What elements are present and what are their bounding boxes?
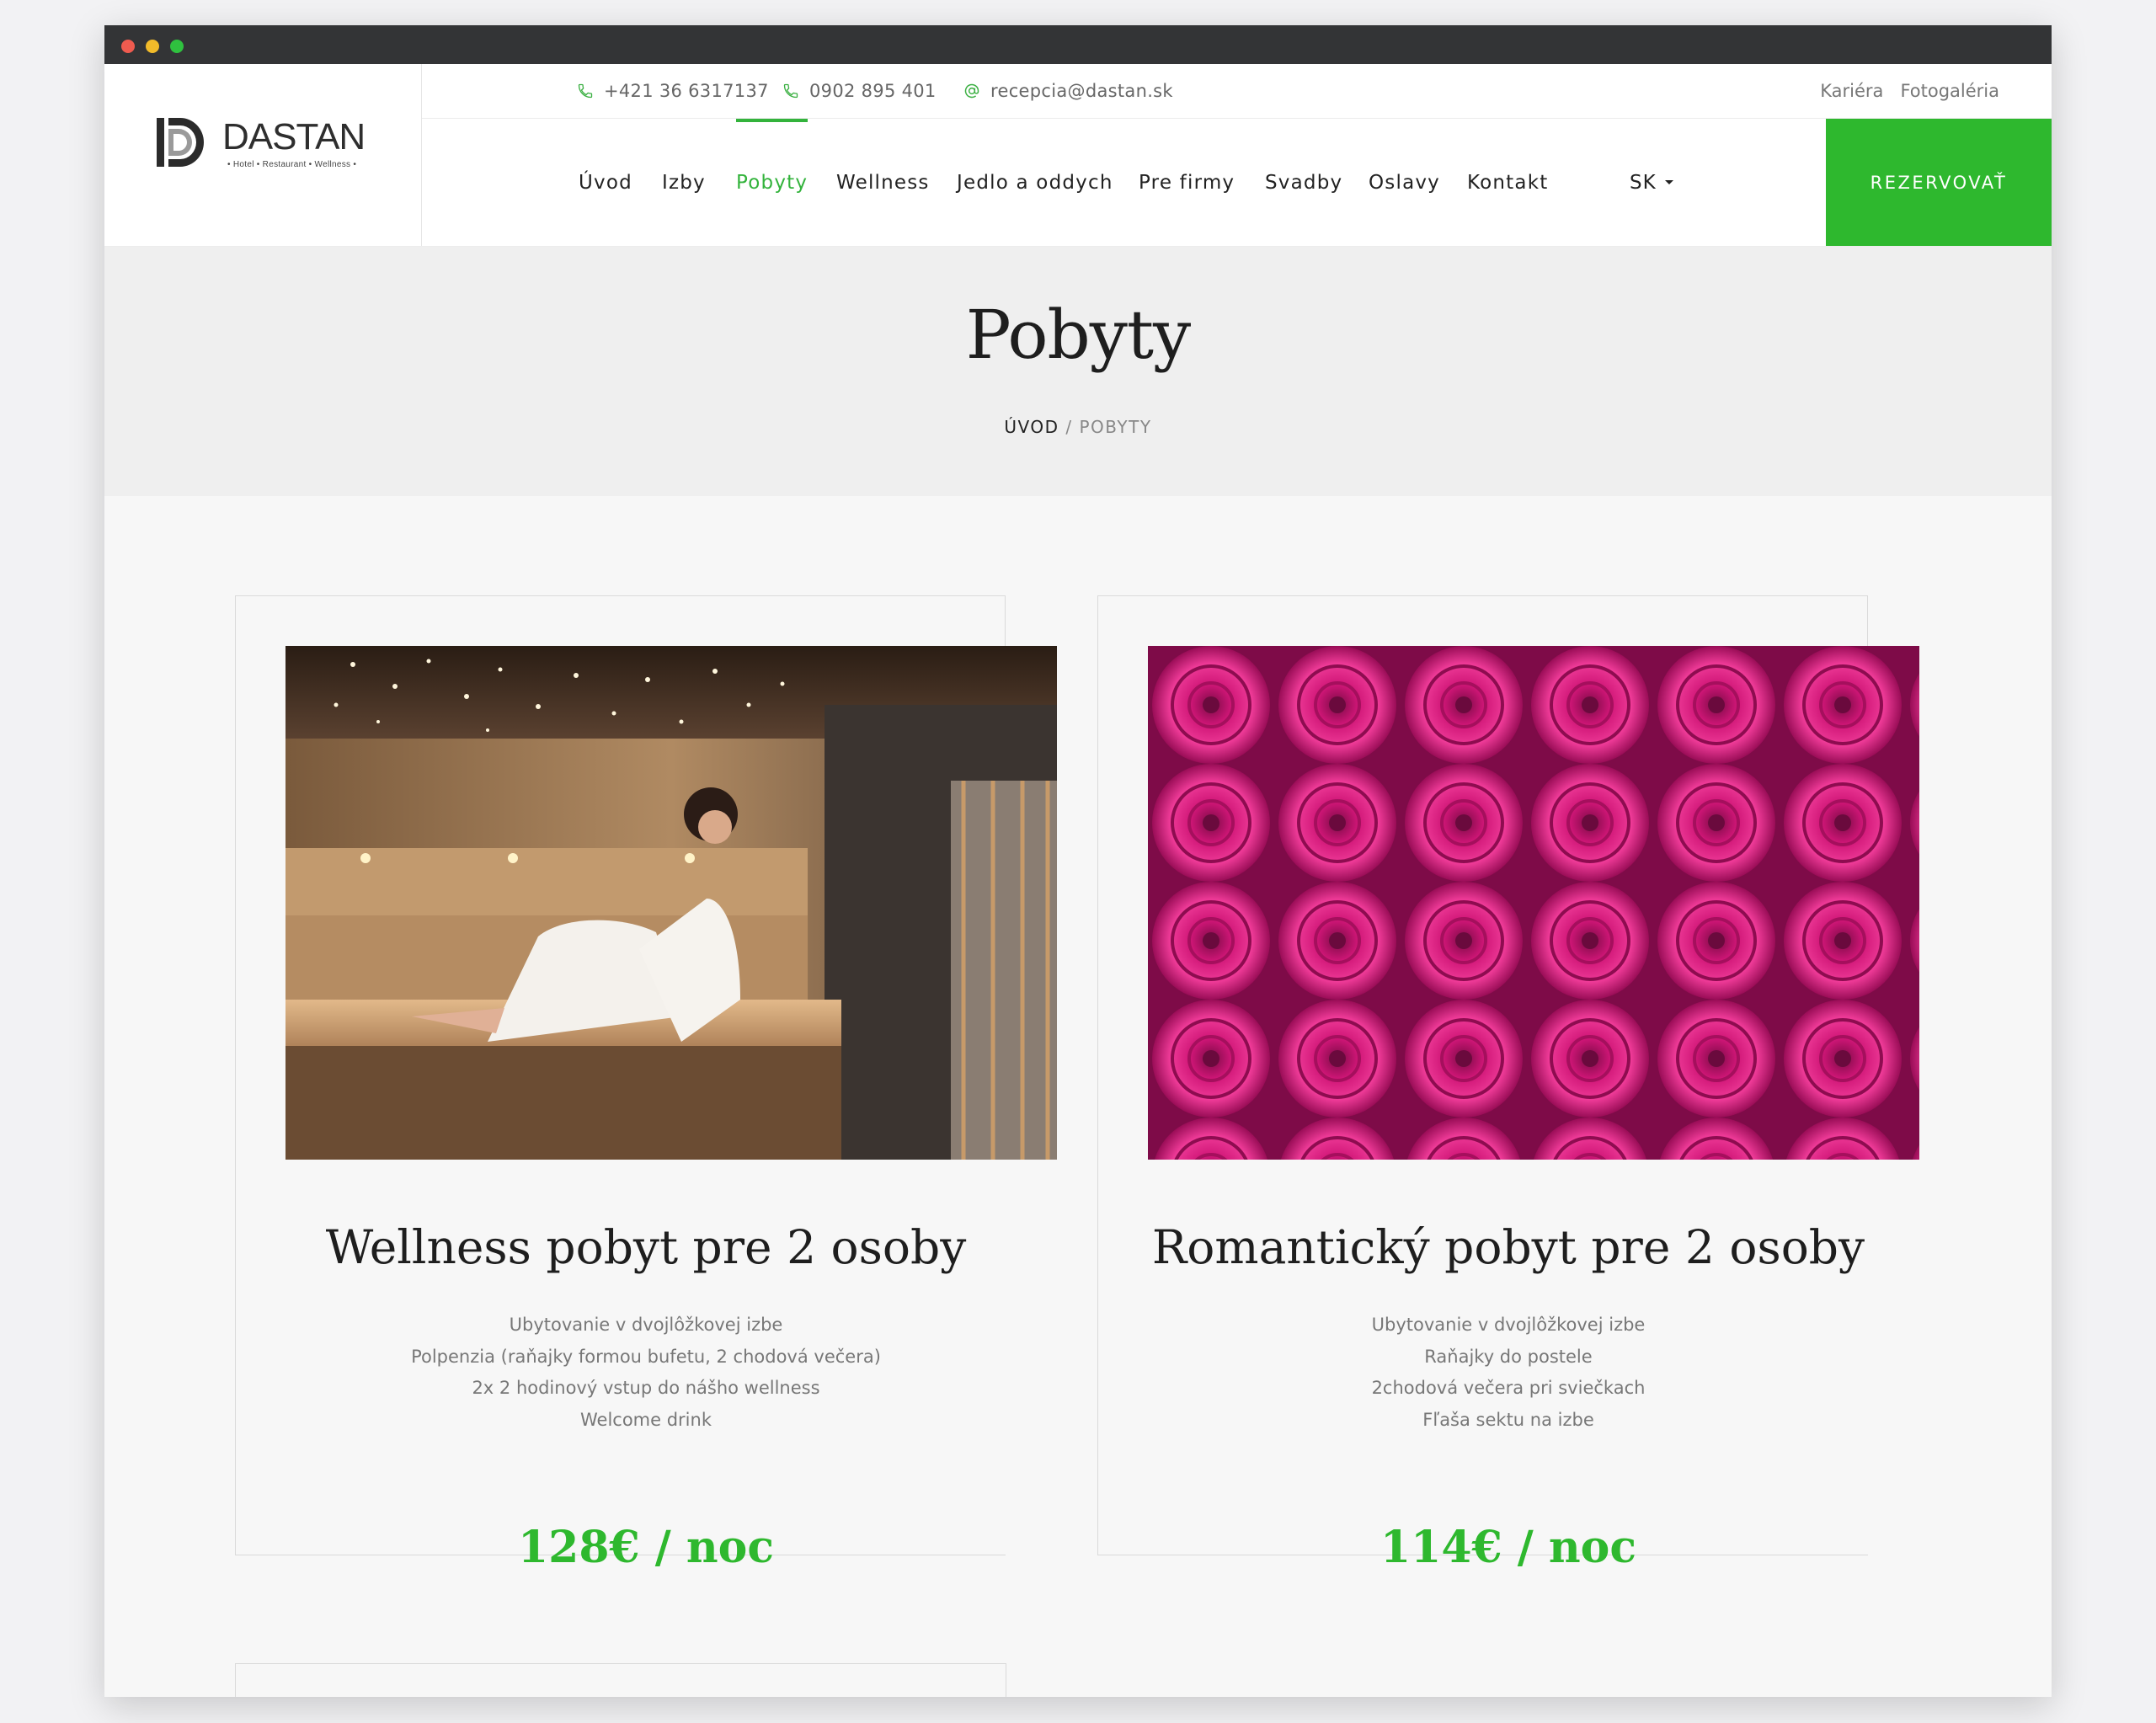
nav-svadby[interactable]: Svadby [1265, 119, 1342, 246]
package-title[interactable]: Romantický pobyt pre 2 osoby [1097, 1220, 1919, 1274]
sauna-image [286, 646, 1057, 1160]
phone-link-1[interactable]: +421 36 6317137 [577, 64, 769, 118]
breadcrumb-separator: / [1059, 417, 1080, 437]
feature-item: Welcome drink [579, 1409, 712, 1430]
minimize-window-icon[interactable] [146, 40, 159, 53]
breadcrumb-home[interactable]: ÚVOD [1004, 417, 1059, 437]
nav-jedlo-a-oddych[interactable]: Jedlo a oddych [957, 119, 1113, 246]
site-header: DASTAN • Hotel • Restaurant • Wellness •… [104, 64, 2052, 247]
wellness-sauna-photo[interactable] [286, 646, 1057, 1160]
logo[interactable]: DASTAN • Hotel • Restaurant • Wellness • [104, 64, 422, 246]
language-selector[interactable]: SK [1630, 119, 1673, 246]
roses-photo[interactable] [1148, 646, 1919, 1160]
language-code: SK [1630, 171, 1657, 194]
logo-text: DASTAN [222, 116, 366, 157]
feature-item: Polpenzia (raňajky formou bufetu, 2 chod… [411, 1346, 881, 1367]
card-frame-edge [1867, 595, 1868, 646]
package-card-romantic[interactable]: Romantický pobyt pre 2 osoby Ubytovanie … [1097, 595, 1919, 1582]
package-features: Ubytovanie v dvojlôžkovej izbe Polpenzia… [235, 1310, 1057, 1436]
breadcrumb-current: POBYTY [1079, 417, 1152, 437]
nav-pobyty[interactable]: Pobyty [736, 119, 808, 246]
feature-item: Ubytovanie v dvojlôžkovej izbe [1371, 1315, 1646, 1335]
phone-number-1: +421 36 6317137 [604, 81, 769, 101]
phone-icon [783, 83, 798, 99]
package-features: Ubytovanie v dvojlôžkovej izbe Raňajky d… [1097, 1310, 1919, 1436]
email-link[interactable]: recepcia@dastan.sk [963, 64, 1173, 118]
top-contact-bar: +421 36 6317137 0902 895 401 recepcia@da… [422, 64, 2052, 119]
link-fotogaleria[interactable]: Fotogaléria [1900, 81, 1999, 101]
page-hero: Pobyty ÚVOD / POBYTY [104, 247, 2052, 496]
page-title: Pobyty [965, 296, 1192, 374]
breadcrumb: ÚVOD / POBYTY [104, 417, 2052, 437]
nav-pre-firmy[interactable]: Pre firmy [1139, 119, 1235, 246]
feature-item: 2chodová večera pri sviečkach [1371, 1378, 1646, 1398]
nav-wellness[interactable]: Wellness [836, 119, 930, 246]
package-price: 128€ / noc [517, 1522, 775, 1573]
feature-item: Fľaša sektu na izbe [1422, 1409, 1594, 1430]
roses-image [1148, 646, 1919, 1160]
logo-tagline: • Hotel • Restaurant • Wellness • [227, 160, 357, 169]
nav-izby[interactable]: Izby [662, 119, 706, 246]
card-frame-edge [1005, 595, 1006, 646]
package-card-wellness[interactable]: Wellness pobyt pre 2 osoby Ubytovanie v … [235, 595, 1057, 1582]
nav-oslavy[interactable]: Oslavy [1369, 119, 1440, 246]
main-nav: Úvod Izby Pobyty Wellness Jedlo a oddych… [422, 119, 2052, 246]
close-window-icon[interactable] [121, 40, 135, 53]
reserve-button[interactable]: REZERVOVAŤ [1826, 119, 2052, 246]
phone-icon [578, 83, 593, 99]
phone-link-2[interactable]: 0902 895 401 [782, 64, 937, 118]
maximize-window-icon[interactable] [170, 40, 184, 53]
feature-item: Raňajky do postele [1424, 1346, 1593, 1367]
browser-window: DASTAN • Hotel • Restaurant • Wellness •… [104, 25, 2052, 1697]
package-title[interactable]: Wellness pobyt pre 2 osoby [235, 1220, 1057, 1274]
logo-mark-icon [157, 118, 204, 167]
feature-item: Ubytovanie v dvojlôžkovej izbe [509, 1315, 783, 1335]
feature-item: 2x 2 hodinový vstup do nášho wellness [472, 1378, 820, 1398]
link-kariera[interactable]: Kariéra [1820, 81, 1883, 101]
nav-uvod[interactable]: Úvod [579, 119, 632, 246]
window-titlebar [104, 25, 2052, 64]
package-price: 114€ / noc [1380, 1522, 1637, 1573]
top-links: Kariéra Fotogaléria [1820, 64, 1999, 118]
at-icon [964, 83, 979, 99]
email-address: recepcia@dastan.sk [990, 81, 1173, 101]
nav-kontakt[interactable]: Kontakt [1467, 119, 1548, 246]
package-card-partial [235, 1663, 1006, 1697]
caret-down-icon [1664, 180, 1673, 184]
phone-number-2: 0902 895 401 [809, 81, 937, 101]
